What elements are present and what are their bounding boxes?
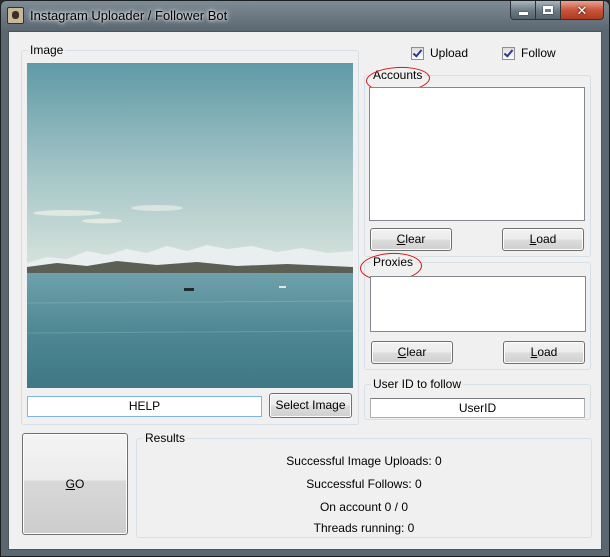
checkmark-icon — [503, 46, 514, 58]
select-image-button[interactable]: Select Image — [269, 393, 352, 418]
window-title: Instagram Uploader / Follower Bot — [30, 8, 228, 23]
caption-buttons: ✕ — [510, 1, 604, 21]
accounts-group-legend: Accounts — [371, 68, 425, 82]
landscape-image — [27, 63, 353, 388]
follow-checkbox[interactable]: Follow — [502, 46, 556, 60]
go-button-label: GO — [65, 477, 85, 491]
accounts-list[interactable] — [369, 87, 585, 221]
proxies-clear-button[interactable]: Clear — [371, 341, 453, 364]
on-account-text: On account 0 / 0 — [319, 500, 409, 514]
maximize-button[interactable] — [536, 1, 561, 20]
maximize-icon — [543, 6, 553, 14]
title-bar[interactable]: Instagram Uploader / Follower Bot ✕ — [1, 1, 609, 31]
follow-check-box[interactable] — [502, 46, 515, 60]
threads-running-text: Threads running: 0 — [313, 521, 415, 535]
close-icon: ✕ — [576, 2, 588, 18]
close-button[interactable]: ✕ — [561, 1, 604, 20]
upload-label: Upload — [430, 46, 469, 60]
successful-follows-text: Successful Follows: 0 — [306, 477, 422, 491]
user-id-input[interactable]: UserID — [370, 398, 585, 418]
follow-label: Follow — [521, 46, 556, 60]
proxies-list[interactable] — [370, 276, 586, 332]
minimize-button[interactable] — [510, 1, 536, 20]
results-group-legend: Results — [143, 431, 188, 445]
checkmark-icon — [412, 46, 423, 58]
accounts-load-button[interactable]: Load — [502, 228, 584, 251]
image-group-legend: Image — [28, 43, 66, 57]
client-area: Image HELP Select Image Upload Follow Ac… — [8, 31, 602, 550]
camera-app-icon[interactable] — [7, 7, 24, 24]
upload-check-box[interactable] — [411, 46, 424, 60]
successful-uploads-text: Successful Image Uploads: 0 — [286, 454, 442, 468]
proxies-group-legend: Proxies — [371, 255, 416, 269]
image-preview — [27, 63, 353, 388]
proxies-load-button[interactable]: Load — [503, 341, 585, 364]
app-window: Instagram Uploader / Follower Bot ✕ Imag… — [0, 0, 610, 557]
results-group: Results Successful Image Uploads: 0 Succ… — [136, 431, 592, 538]
minimize-icon — [518, 11, 528, 15]
image-path-input[interactable]: HELP — [27, 396, 262, 417]
accounts-clear-button[interactable]: Clear — [370, 228, 452, 251]
go-button[interactable]: GO — [22, 433, 128, 535]
user-id-group-legend: User ID to follow — [371, 377, 464, 391]
upload-checkbox[interactable]: Upload — [411, 46, 468, 60]
